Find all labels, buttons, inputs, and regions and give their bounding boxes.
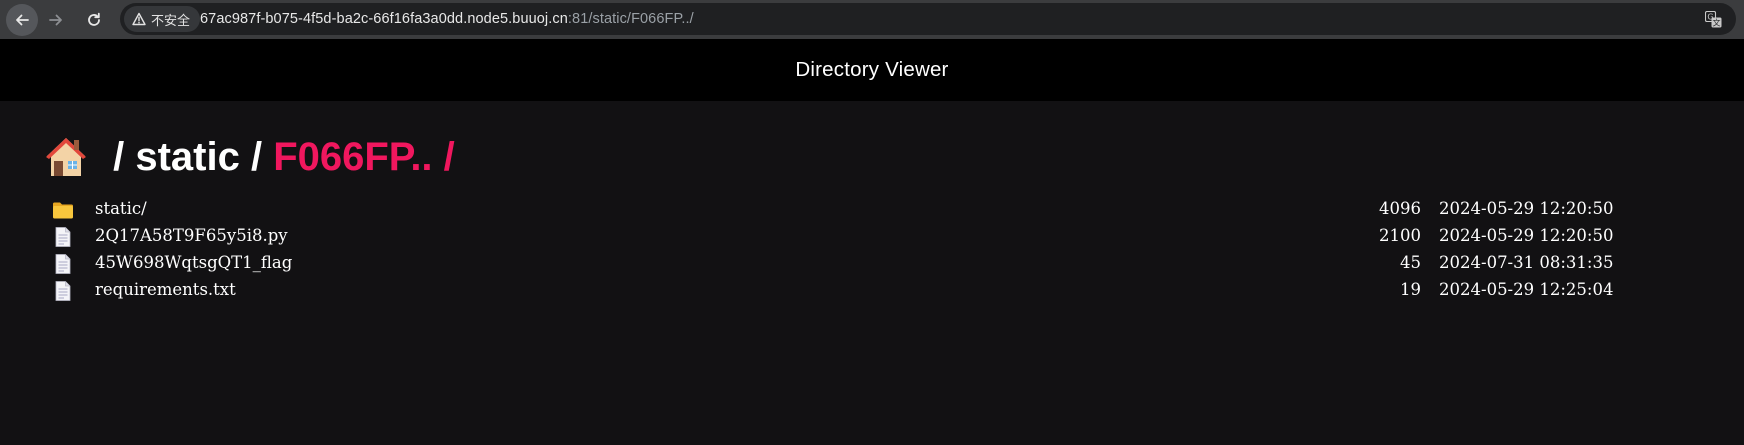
list-item[interactable]: requirements.txt 19 2024-05-29 12:25:04 [52,277,1634,304]
list-item[interactable]: 2Q17A58T9F65y5i8.py 2100 2024-05-29 12:2… [52,223,1634,250]
file-size: 4096 [1379,199,1421,218]
file-name[interactable]: static/ [95,199,147,218]
file-icon [55,281,71,301]
svg-text:文: 文 [1713,18,1721,28]
url-text[interactable]: 67ac987f-b075-4f5d-ba2c-66f16fa3a0dd.nod… [200,3,694,35]
page-title: Directory Viewer [795,58,949,81]
browser-toolbar: 不安全 67ac987f-b075-4f5d-ba2c-66f16fa3a0dd… [0,0,1744,39]
arrow-right-icon [49,14,62,26]
breadcrumb-static[interactable]: static [135,135,240,180]
security-label: 不安全 [151,12,191,28]
file-date: 2024-05-29 12:20:50 [1439,226,1614,245]
back-button[interactable] [6,4,38,36]
file-size: 2100 [1379,226,1421,245]
file-listing: static/ 4096 2024-05-29 12:20:50 2Q17A58… [52,196,1634,304]
file-date: 2024-05-29 12:20:50 [1439,199,1614,218]
reload-icon [88,12,100,26]
list-item[interactable]: static/ 4096 2024-05-29 12:20:50 [52,196,1634,223]
file-name[interactable]: requirements.txt [95,280,236,299]
reload-button[interactable] [78,4,110,36]
forward-button[interactable] [40,4,72,36]
file-icon [55,227,71,247]
file-size: 19 [1400,280,1421,299]
page-header: Directory Viewer [0,39,1744,101]
file-icon [55,254,71,274]
translate-icon[interactable]: G 文 [1705,11,1722,28]
security-indicator[interactable]: 不安全 [124,6,201,32]
file-date: 2024-07-31 08:31:35 [1439,253,1614,272]
breadcrumb: / static / F066FP.. / [44,132,455,182]
file-size: 45 [1400,253,1421,272]
file-name[interactable]: 45W698WqtsgQT1_flag [95,253,292,272]
folder-icon [53,202,73,219]
list-item[interactable]: 45W698WqtsgQT1_flag 45 2024-07-31 08:31:… [52,250,1634,277]
address-bar[interactable]: 不安全 67ac987f-b075-4f5d-ba2c-66f16fa3a0dd… [120,3,1736,35]
warning-triangle-icon [132,12,146,26]
arrow-left-icon [16,14,29,26]
breadcrumb-separator: / [102,134,136,179]
url-host: 67ac987f-b075-4f5d-ba2c-66f16fa3a0dd.nod… [200,11,568,27]
url-path: :81/static/F066FP../ [567,11,694,27]
breadcrumb-separator: / [239,134,274,179]
file-date: 2024-05-29 12:25:04 [1439,280,1614,299]
breadcrumb-current: F066FP.. / [273,134,455,179]
house-emoji-icon[interactable] [44,135,88,179]
file-name[interactable]: 2Q17A58T9F65y5i8.py [95,226,288,245]
